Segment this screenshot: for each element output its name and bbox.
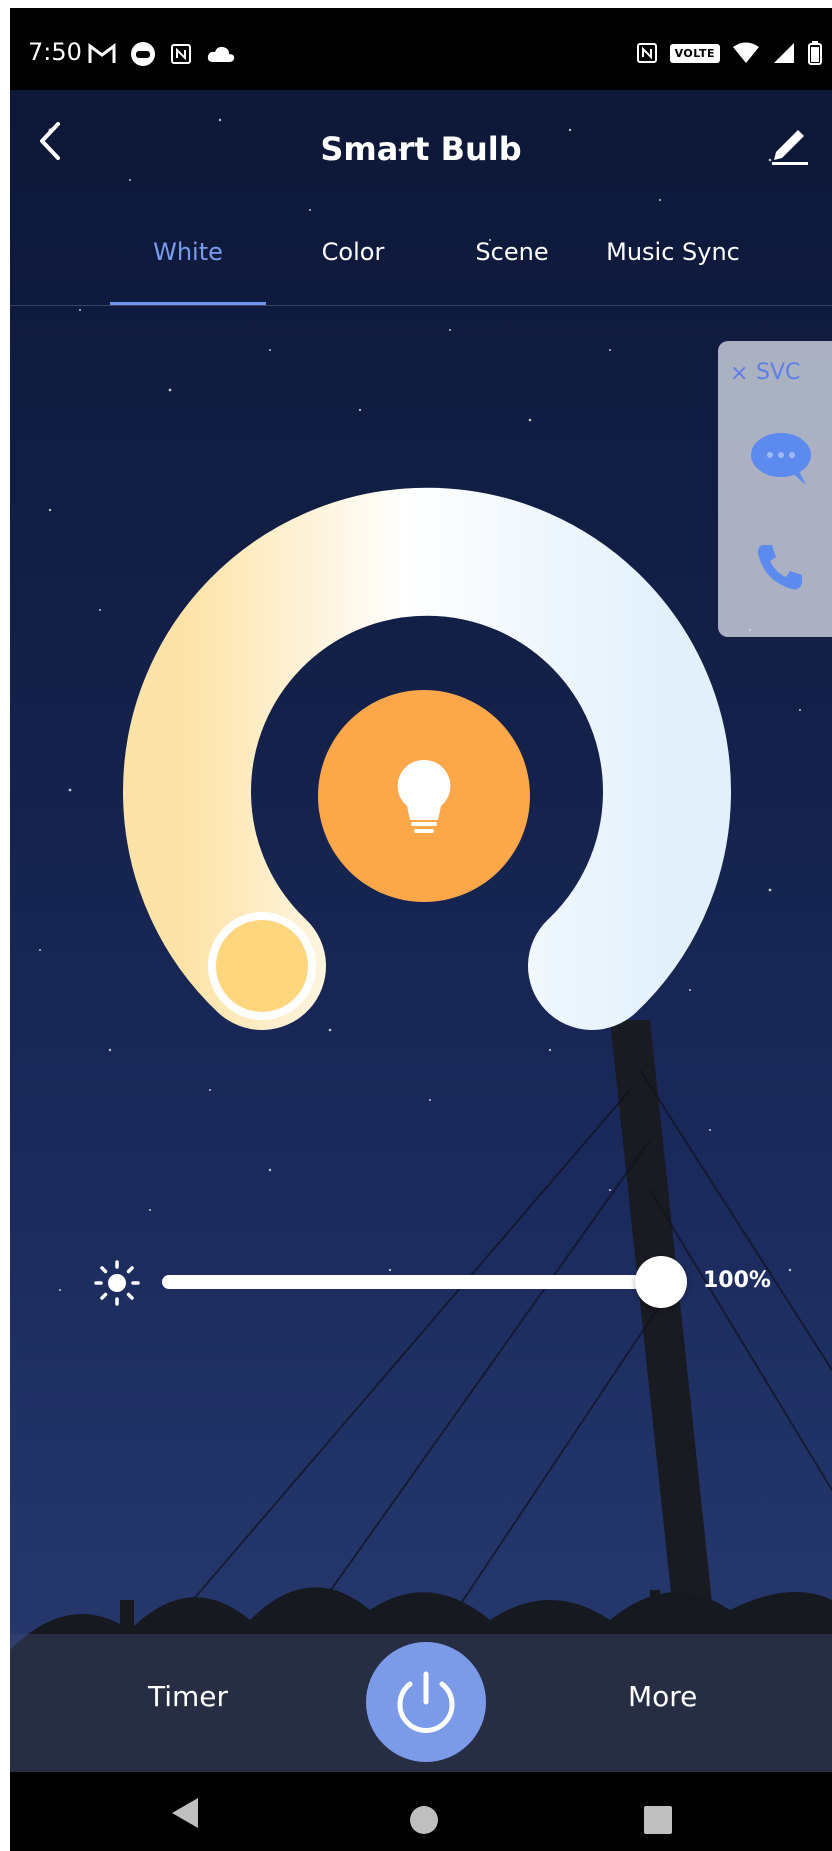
phone-screen: 7:50 VOLTE Smart Bulb White Color Scene … — [10, 8, 832, 1851]
power-button[interactable] — [366, 1642, 486, 1762]
phone-icon[interactable] — [754, 541, 806, 593]
more-button[interactable]: More — [628, 1680, 697, 1713]
service-panel: × SVC — [718, 341, 832, 637]
nav-recent-icon[interactable] — [644, 1806, 672, 1834]
timer-button[interactable]: Timer — [148, 1680, 228, 1713]
nav-back-icon[interactable] — [170, 1796, 200, 1830]
brightness-slider-track[interactable] — [162, 1275, 682, 1289]
color-temperature-dial[interactable] — [10, 8, 832, 1108]
close-icon[interactable]: × — [730, 361, 748, 386]
brightness-slider-thumb[interactable] — [635, 1256, 687, 1308]
brightness-value: 100% — [703, 1268, 771, 1293]
chat-bubble-icon[interactable] — [750, 431, 812, 487]
nav-home-icon[interactable] — [410, 1806, 438, 1834]
svc-label: SVC — [756, 360, 801, 385]
temperature-handle[interactable] — [208, 912, 316, 1020]
power-icon — [397, 1671, 455, 1733]
sun-icon — [94, 1260, 140, 1306]
